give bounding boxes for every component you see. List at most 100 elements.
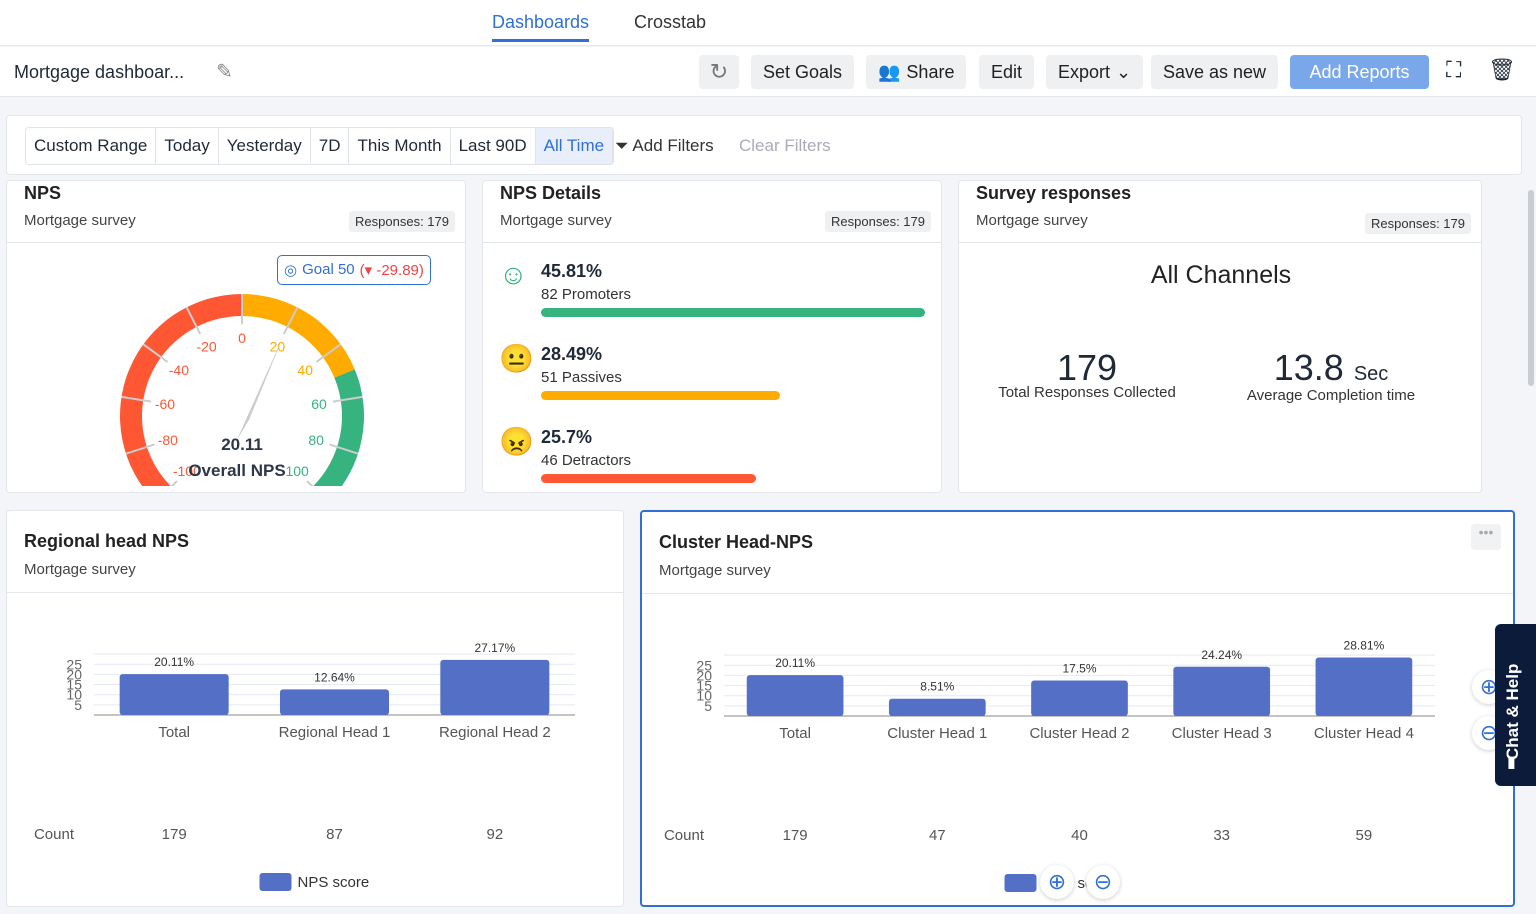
count-label: Count: [34, 826, 75, 843]
count-value: 40: [1071, 827, 1088, 844]
smile-icon: ☺: [499, 259, 528, 290]
trash-icon[interactable]: 🗑: [1488, 57, 1516, 83]
add-reports-button[interactable]: Add Reports: [1290, 55, 1429, 89]
count-value: 87: [326, 826, 343, 843]
angry-face-icon: 😠: [499, 426, 534, 457]
gauge-tick-label: -60: [155, 396, 175, 412]
chat-help-button[interactable]: Chat & Help ▮: [1495, 624, 1536, 786]
y-tick-label: 25: [66, 656, 82, 672]
bar: [440, 659, 550, 715]
top-nav: Dashboards Crosstab: [0, 0, 1536, 46]
responses-badge: Responses: 179: [825, 211, 931, 232]
zoom-in-button[interactable]: ⊕: [1040, 865, 1074, 899]
fullscreen-icon[interactable]: ⛶: [1446, 57, 1461, 83]
chat-help-label: Chat & Help: [1503, 663, 1522, 760]
gauge-tick-label: -20: [196, 339, 216, 355]
range-option[interactable]: All Time: [535, 128, 614, 164]
gauge-tick-label: -80: [158, 432, 178, 448]
book-icon: ▮: [1507, 754, 1516, 771]
x-tick-label: Total: [779, 725, 811, 742]
count-value: 59: [1356, 827, 1373, 844]
bar-data-label: 12.64%: [314, 670, 355, 684]
nps-row-percent: 25.7%: [541, 427, 593, 447]
save-as-new-button[interactable]: Save as new: [1151, 55, 1279, 89]
neutral-face-icon: 😐: [499, 343, 534, 374]
count-value: 179: [162, 826, 187, 843]
zoom-out-button[interactable]: ⊖: [1086, 865, 1120, 899]
bar-data-label: 20.11%: [775, 656, 815, 670]
edit-title-pencil-icon[interactable]: ✎: [216, 59, 233, 84]
dashboard-title: Mortgage dashboar...: [14, 62, 185, 82]
card-title: Survey responses: [976, 183, 1132, 203]
set-goals-button[interactable]: Set Goals: [751, 55, 855, 89]
nps-row-label: 46 Detractors: [541, 452, 632, 469]
total-responses-label: Total Responses Collected: [998, 384, 1176, 401]
cluster-head-nps-card: Cluster Head-NPS Mortgage survey ••• 5 10…: [640, 510, 1515, 907]
export-button[interactable]: Export ⌄: [1046, 55, 1144, 89]
export-label: Export: [1058, 61, 1111, 82]
nps-row-bar: [541, 308, 925, 317]
date-range-selector: Custom Range Today Yesterday 7D This Month La…: [25, 127, 615, 165]
nps-row-percent: 28.49%: [541, 344, 603, 364]
add-filters-button[interactable]: ⏷ Add Filters: [615, 136, 714, 156]
bar: [888, 698, 986, 716]
bar: [746, 675, 844, 716]
nps-row-bar: [541, 474, 756, 483]
nps-gauge: -100-80-60-40-2002040608010020.11: [120, 294, 364, 486]
nps-row-label: 82 Promoters: [541, 286, 632, 303]
range-option[interactable]: 7D: [310, 128, 350, 164]
responses-badge: Responses: 179: [1365, 213, 1471, 234]
bar: [119, 674, 229, 715]
goal-delta-value: -29.89: [376, 262, 419, 279]
y-tick-label: 25: [696, 657, 712, 673]
card-title: NPS Details: [500, 183, 602, 203]
gauge-tick-label: -40: [169, 362, 189, 378]
gauge-tick-label: 0: [238, 330, 246, 346]
x-tick-label: Total: [158, 724, 190, 741]
filter-bar: Custom Range Today Yesterday 7D This Month La…: [6, 115, 1522, 175]
card-subtitle: Mortgage survey: [659, 562, 771, 579]
gauge-segment: [120, 294, 242, 486]
card-title: NPS: [24, 183, 62, 203]
bar-data-label: 24.24%: [1201, 648, 1242, 662]
gauge-tick-label: 60: [311, 396, 327, 412]
range-option[interactable]: Yesterday: [218, 128, 311, 164]
x-tick-label: Cluster Head 1: [887, 725, 987, 742]
regional-head-chart: 510152025 20.11%Total17912.64%Regional He…: [34, 641, 575, 891]
legend-swatch: [1004, 874, 1037, 892]
count-value: 179: [783, 827, 808, 844]
gauge-tick-label: 80: [308, 432, 324, 448]
nps-row: 😠 25.7% 46 Detractors: [483, 423, 943, 493]
x-tick-label: Cluster Head 2: [1029, 725, 1129, 742]
range-option[interactable]: This Month: [349, 128, 451, 164]
card-subtitle: Mortgage survey: [24, 212, 136, 229]
users-icon: 👥: [878, 61, 901, 82]
bar-data-label: 8.51%: [920, 680, 954, 694]
more-options-icon[interactable]: •••: [1471, 524, 1501, 550]
nps-details-card: NPS Details Mortgage survey Responses: 1…: [482, 180, 942, 493]
count-value: 33: [1213, 827, 1230, 844]
x-tick-label: Regional Head 1: [279, 724, 391, 741]
range-option[interactable]: Today: [156, 128, 219, 164]
bar: [1315, 657, 1413, 716]
nps-row-bar: [541, 391, 780, 400]
scrollbar[interactable]: [1528, 190, 1534, 386]
count-value: 92: [486, 826, 503, 843]
clear-filters-button[interactable]: Clear Filters: [739, 136, 831, 156]
edit-button[interactable]: Edit: [979, 55, 1035, 89]
chevron-down-icon: ⌄: [1116, 61, 1132, 82]
cluster-head-chart: 510152025 20.11%Total1798.51%Cluster Head…: [664, 639, 1435, 892]
bar-data-label: 28.81%: [1344, 639, 1385, 653]
legend-label: NPS score: [298, 874, 370, 891]
toolbar: Mortgage dashboar... ✎ ↻ Set Goals 👥 Shar…: [0, 47, 1536, 97]
tab-dashboards[interactable]: Dashboards: [492, 12, 590, 42]
share-button[interactable]: 👥 Share: [866, 55, 967, 89]
refresh-button[interactable]: ↻: [699, 55, 739, 89]
refresh-icon: ↻: [709, 59, 729, 84]
range-option[interactable]: Custom Range: [26, 128, 157, 164]
gauge-tick-label: 20: [270, 339, 286, 355]
x-tick-label: Cluster Head 4: [1314, 725, 1414, 742]
range-option[interactable]: Last 90D: [450, 128, 536, 164]
tab-crosstab[interactable]: Crosstab: [634, 12, 706, 33]
card-subtitle: Mortgage survey: [500, 212, 612, 229]
